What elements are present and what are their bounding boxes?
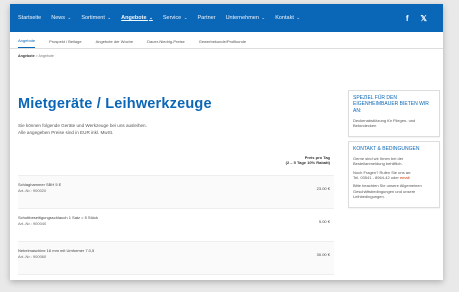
sidebar-box-text: Bitte beachten Sie unsere Allgemeinen Ge…	[353, 183, 422, 200]
list-item: Schlaghammer SBH 5 E Art.-Nr.: 900020 23…	[18, 176, 334, 210]
sidebar-box-text: Noch Fragen? Rufen Sie uns an: Tel. 0354…	[353, 169, 412, 180]
main-navigation: Startseite News ⌄ Sortiment ⌄ Angebote ⌄…	[10, 4, 443, 32]
nav-item-kontakt[interactable]: Kontakt ⌄	[275, 15, 300, 21]
rental-list: Schlaghammer SBH 5 E Art.-Nr.: 900020 23…	[18, 175, 334, 276]
main-content: Mietgeräte / Leihwerkzeuge Sie können fo…	[18, 76, 334, 276]
nav-item-partner[interactable]: Partner	[198, 15, 216, 21]
sidebar-box-title: SPEZIEL FÜR DEN EIGENHEIMBAUER BIETEN WI…	[353, 95, 429, 114]
browser-page: Startseite News ⌄ Sortiment ⌄ Angebote ⌄…	[10, 4, 443, 280]
tab-gewerbekunde[interactable]: Gewerbekunde/Profikunde	[199, 39, 246, 48]
email-link[interactable]: email	[400, 175, 410, 180]
nav-item-angebote[interactable]: Angebote ⌄	[121, 15, 153, 21]
sidebar-box-contact: KONTAKT & BEDINGUNGEN Gerne sind wir Ihn…	[348, 140, 440, 208]
tab-angebote[interactable]: Angebote	[18, 38, 36, 48]
sidebar-box-title: KONTAKT & BEDINGUNGEN	[353, 145, 420, 152]
breadcrumb-separator: >	[35, 54, 38, 58]
nav-item-sortiment[interactable]: Sortiment ⌄	[81, 15, 111, 21]
tab-angebote-der-woche[interactable]: Angebote der Woche	[96, 39, 134, 48]
chevron-down-icon: ⌄	[296, 15, 301, 20]
sidebar-box-offer: SPEZIEL FÜR DEN EIGENHEIMBAUER BIETEN WI…	[348, 90, 440, 137]
item-price: 30.00 €	[316, 252, 330, 258]
sidebar-box-text: Deckenabstützung für Fliegen- und Betond…	[353, 117, 416, 129]
sidebar-box-text: Gerne sind wir Ihnen bei der Bestellanme…	[353, 155, 404, 167]
nav-item-unternehmen[interactable]: Unternehmen ⌄	[226, 15, 266, 21]
chevron-down-icon: ⌄	[107, 15, 112, 20]
sidebar: SPEZIEL FÜR DEN EIGENHEIMBAUER BIETEN WI…	[348, 90, 440, 212]
item-price: 5.00 €	[318, 219, 330, 225]
price-column-header: Preis pro Tag (2 – 5 Tage 10% Rabatt)	[285, 154, 330, 165]
twitter-icon[interactable]: 𝕏	[421, 14, 427, 23]
list-item: Schuttbeseitigungsschlauch 1 Satz = 5 St…	[18, 209, 334, 243]
list-item: Nebelmaschine 16 mm mit Umformer 7.0,5 A…	[18, 242, 334, 276]
sub-navigation: Angebote Prospekt / Beilage Angebote der…	[10, 32, 443, 49]
item-price: 23.00 €	[316, 186, 330, 192]
breadcrumb: Angebote > Angebote	[10, 49, 443, 58]
intro-text: Sie können folgende Geräte und Werkzeuge…	[18, 123, 147, 136]
facebook-icon[interactable]: f	[406, 14, 409, 23]
breadcrumb-page: Angebote	[38, 54, 54, 58]
page-title: Mietgeräte / Leihwerkzeuge	[18, 96, 212, 112]
breadcrumb-current[interactable]: Angebote	[18, 54, 35, 58]
chevron-down-icon: ⌄	[149, 15, 153, 20]
chevron-down-icon: ⌄	[67, 15, 72, 20]
nav-item-service[interactable]: Service ⌄	[163, 15, 188, 21]
nav-item-startseite[interactable]: Startseite	[18, 15, 41, 21]
social-links: f 𝕏	[406, 14, 427, 23]
tab-dauer-niedrig-preise[interactable]: Dauer-Niedrig-Preise	[147, 39, 185, 48]
tab-prospekt[interactable]: Prospekt / Beilage	[49, 39, 81, 48]
chevron-down-icon: ⌄	[183, 15, 188, 20]
nav-item-news[interactable]: News ⌄	[51, 15, 71, 21]
chevron-down-icon: ⌄	[261, 15, 266, 20]
